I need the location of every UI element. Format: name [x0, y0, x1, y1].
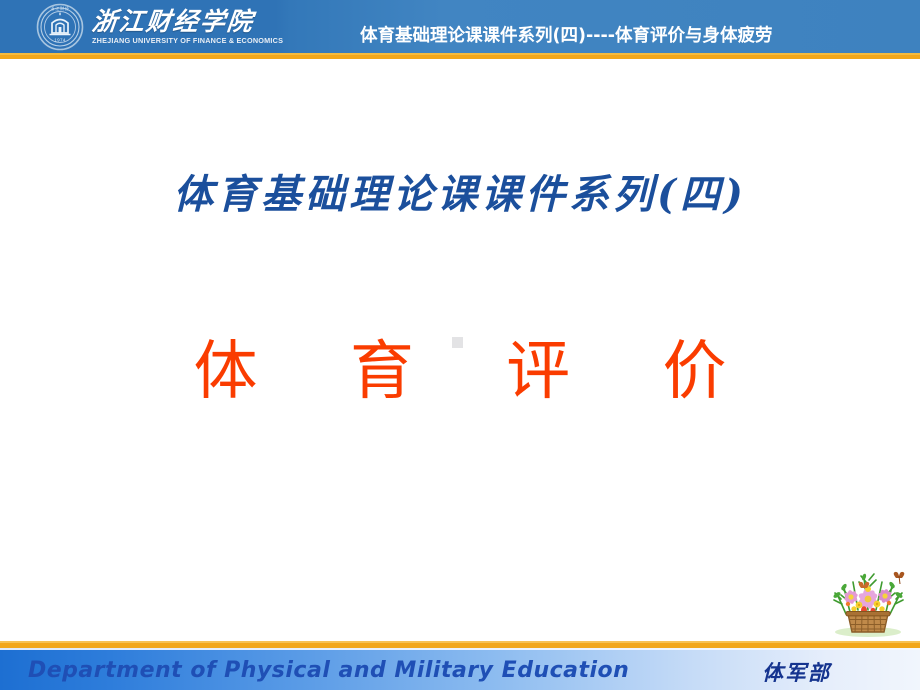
university-name-en: ZHEJIANG UNIVERSITY OF FINANCE & ECONOMI… [92, 36, 284, 46]
university-name-cn: 浙江财经学院 [90, 7, 256, 37]
svg-text:浙江财经: 浙江财经 [50, 5, 69, 12]
header-accent-highlight [0, 53, 920, 55]
presentation-slide: 1974 浙江财经 浙江财经学院 ZHEJIANG UNIVERSITY OF … [0, 0, 920, 690]
footer-accent-highlight [0, 641, 920, 643]
university-logo-lockup: 1974 浙江财经 浙江财经学院 ZHEJIANG UNIVERSITY OF … [36, 2, 286, 52]
footer-department-en: Department of Physical and Military Educ… [28, 658, 630, 683]
footer-department-cn: 体军部 [762, 660, 831, 685]
subject-title: 体 育 评 价 [193, 335, 763, 409]
svg-text:1974: 1974 [54, 37, 66, 42]
header-course-title: 体育基础理论课课件系列(四)----体育评价与身体疲劳 [360, 26, 773, 46]
series-title: 体育基础理论课课件系列(四) [173, 171, 747, 218]
university-name-block: 浙江财经学院 ZHEJIANG UNIVERSITY OF FINANCE & … [90, 7, 289, 46]
flower-basket-icon [820, 552, 916, 642]
university-seal-icon: 1974 浙江财经 [36, 3, 84, 51]
